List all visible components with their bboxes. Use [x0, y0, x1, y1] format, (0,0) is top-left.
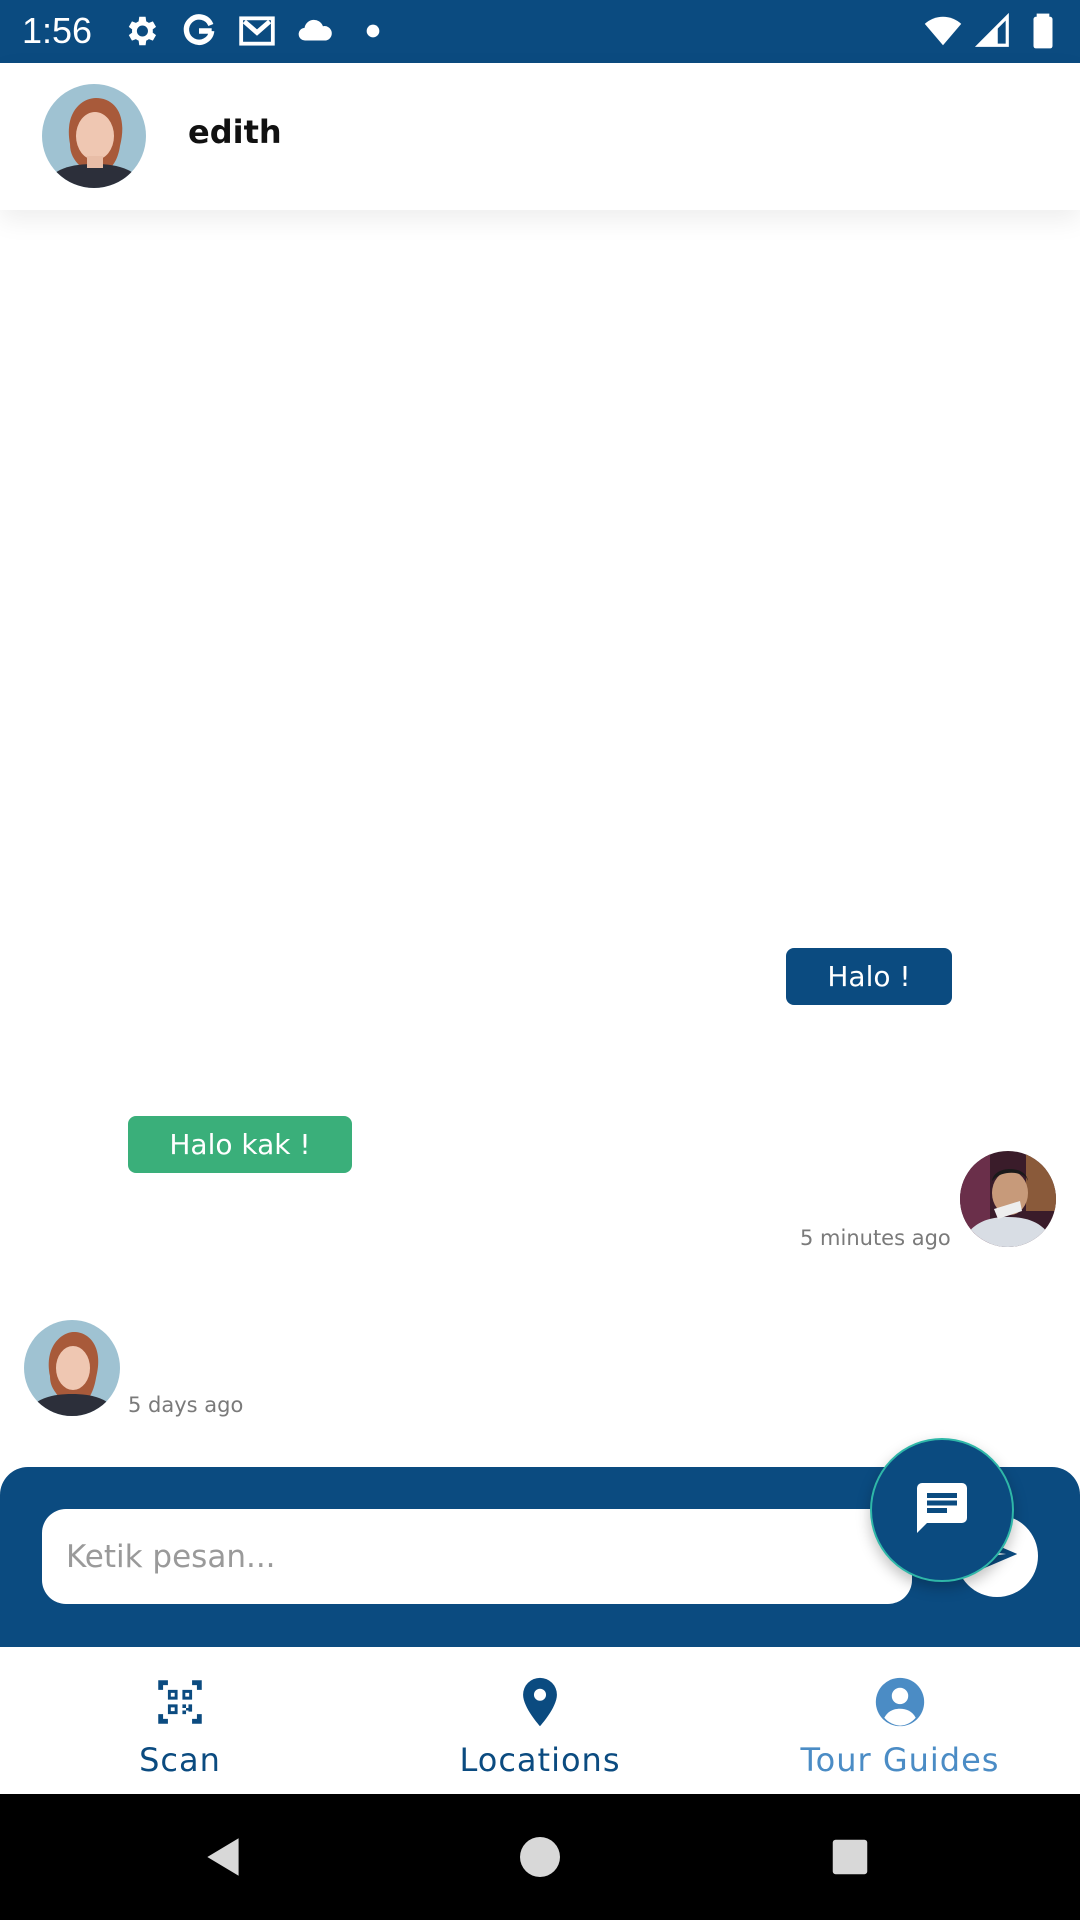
- nav-label: Tour Guides: [800, 1741, 1000, 1779]
- google-icon: [180, 12, 218, 50]
- contact-name: edith: [188, 113, 282, 151]
- status-icons-right: [924, 12, 1062, 50]
- status-bar: 1:56: [0, 0, 1080, 63]
- nav-item-tour-guides[interactable]: Tour Guides: [720, 1647, 1080, 1794]
- nav-label: Scan: [139, 1741, 221, 1779]
- location-pin-icon: [511, 1673, 569, 1731]
- status-icons-left: [122, 12, 392, 50]
- contact-avatar[interactable]: [42, 84, 146, 188]
- message-input[interactable]: [42, 1509, 912, 1604]
- gmail-icon: [238, 12, 276, 50]
- home-icon[interactable]: [510, 1827, 570, 1887]
- status-time: 1:56: [22, 10, 93, 51]
- message-bubble-incoming[interactable]: Halo kak !: [128, 1116, 352, 1173]
- message-bubble-outgoing[interactable]: Halo !: [786, 948, 952, 1005]
- message-timestamp: 5 minutes ago: [800, 1226, 951, 1250]
- qr-scan-icon: [151, 1673, 209, 1731]
- wifi-icon: [924, 12, 962, 50]
- nav-item-scan[interactable]: Scan: [0, 1647, 360, 1794]
- message-text: Halo kak !: [169, 1128, 311, 1161]
- gear-icon: [122, 12, 160, 50]
- system-nav-bar: [0, 1794, 1080, 1920]
- message-timestamp: 5 days ago: [128, 1393, 244, 1417]
- dot-icon: [354, 12, 392, 50]
- chat-fab-button[interactable]: [870, 1438, 1014, 1582]
- back-icon[interactable]: [194, 1827, 254, 1887]
- signal-icon: [974, 12, 1012, 50]
- chat-header: edith: [0, 63, 1080, 210]
- person-icon: [871, 1673, 929, 1731]
- message-text: Halo !: [827, 960, 911, 993]
- bottom-nav: Scan Locations Tour Guides: [0, 1647, 1080, 1794]
- user-avatar: [960, 1151, 1056, 1247]
- cloud-icon: [296, 12, 334, 50]
- chat-icon: [912, 1478, 972, 1543]
- nav-label: Locations: [459, 1741, 621, 1779]
- contact-avatar-small: [24, 1320, 120, 1416]
- nav-item-locations[interactable]: Locations: [360, 1647, 720, 1794]
- message-list[interactable]: [0, 210, 1080, 1468]
- recents-icon[interactable]: [820, 1827, 880, 1887]
- battery-icon: [1024, 12, 1062, 50]
